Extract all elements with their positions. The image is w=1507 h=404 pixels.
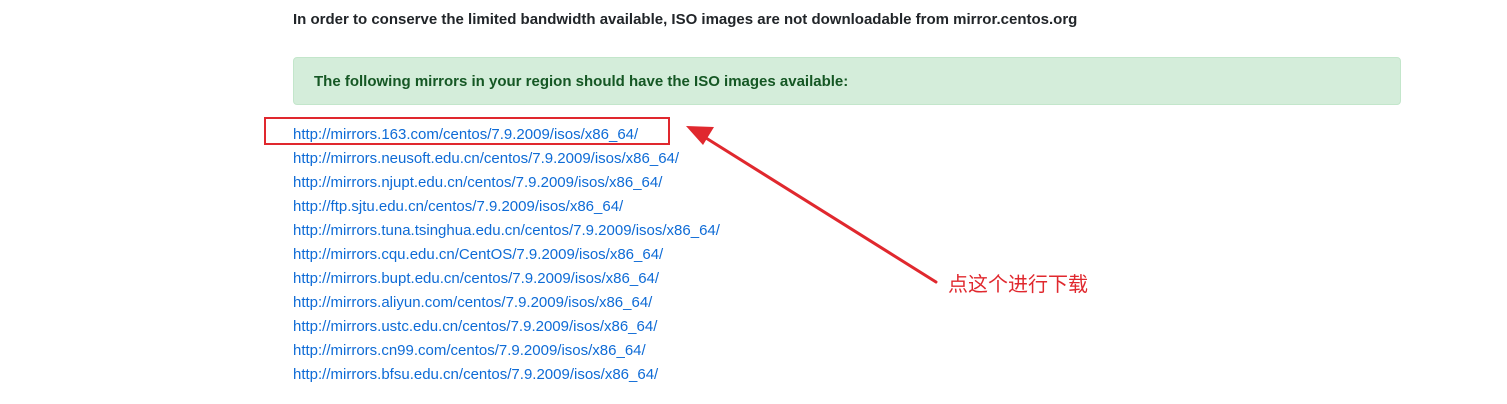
list-item: http://mirrors.tuna.tsinghua.edu.cn/cent… bbox=[293, 219, 720, 243]
mirror-link-aliyun[interactable]: http://mirrors.aliyun.com/centos/7.9.200… bbox=[293, 294, 652, 311]
mirror-link-cn99[interactable]: http://mirrors.cn99.com/centos/7.9.2009/… bbox=[293, 342, 646, 359]
mirror-list: http://mirrors.163.com/centos/7.9.2009/i… bbox=[293, 123, 720, 387]
mirror-link-ustc[interactable]: http://mirrors.ustc.edu.cn/centos/7.9.20… bbox=[293, 318, 657, 335]
list-item: http://ftp.sjtu.edu.cn/centos/7.9.2009/i… bbox=[293, 195, 720, 219]
list-item: http://mirrors.ustc.edu.cn/centos/7.9.20… bbox=[293, 315, 720, 339]
list-item: http://mirrors.neusoft.edu.cn/centos/7.9… bbox=[293, 147, 720, 171]
highlight-box bbox=[264, 117, 670, 145]
mirror-link-cqu[interactable]: http://mirrors.cqu.edu.cn/CentOS/7.9.200… bbox=[293, 246, 663, 263]
arrow-shaft bbox=[704, 136, 938, 284]
list-item: http://mirrors.cn99.com/centos/7.9.2009/… bbox=[293, 339, 720, 363]
list-item: http://mirrors.cqu.edu.cn/CentOS/7.9.200… bbox=[293, 243, 720, 267]
mirrors-alert-text: The following mirrors in your region sho… bbox=[314, 73, 849, 90]
mirror-link-njupt[interactable]: http://mirrors.njupt.edu.cn/centos/7.9.2… bbox=[293, 174, 662, 191]
mirror-link-bfsu[interactable]: http://mirrors.bfsu.edu.cn/centos/7.9.20… bbox=[293, 366, 658, 383]
mirror-link-tsinghua[interactable]: http://mirrors.tuna.tsinghua.edu.cn/cent… bbox=[293, 222, 720, 239]
list-item: http://mirrors.bupt.edu.cn/centos/7.9.20… bbox=[293, 267, 720, 291]
list-item: http://mirrors.njupt.edu.cn/centos/7.9.2… bbox=[293, 171, 720, 195]
list-item: http://mirrors.bfsu.edu.cn/centos/7.9.20… bbox=[293, 363, 720, 387]
list-item: http://mirrors.aliyun.com/centos/7.9.200… bbox=[293, 291, 720, 315]
mirror-link-bupt[interactable]: http://mirrors.bupt.edu.cn/centos/7.9.20… bbox=[293, 270, 659, 287]
mirror-link-sjtu[interactable]: http://ftp.sjtu.edu.cn/centos/7.9.2009/i… bbox=[293, 198, 623, 215]
annotation-text: 点这个进行下载 bbox=[948, 272, 1088, 296]
bandwidth-notice: In order to conserve the limited bandwid… bbox=[293, 11, 1078, 28]
mirrors-alert: The following mirrors in your region sho… bbox=[293, 57, 1401, 105]
mirror-link-neusoft[interactable]: http://mirrors.neusoft.edu.cn/centos/7.9… bbox=[293, 150, 679, 167]
